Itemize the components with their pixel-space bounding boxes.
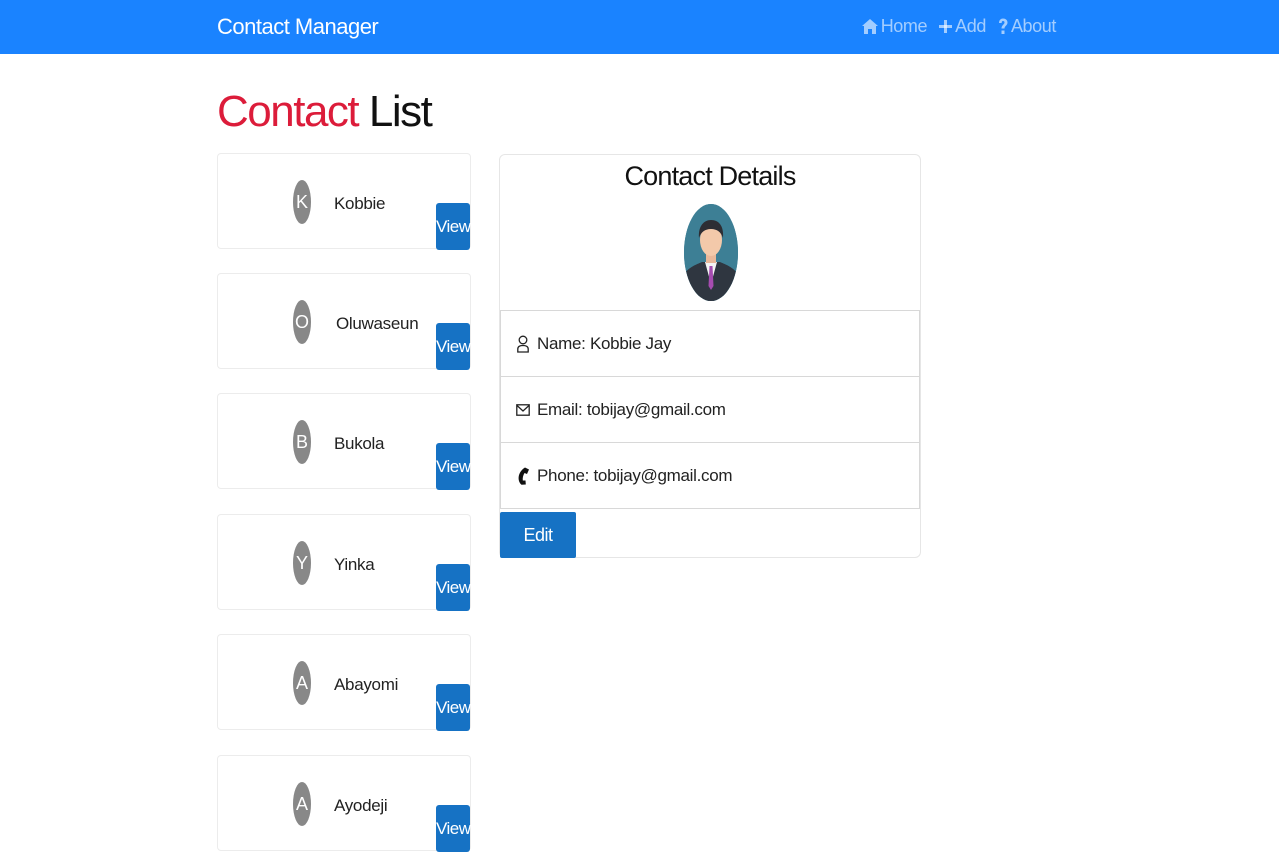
contact-avatar: B: [293, 420, 311, 464]
nav-add-link[interactable]: Add: [939, 16, 986, 37]
page-title-rest: List: [368, 87, 433, 136]
view-contact-button[interactable]: View: [436, 323, 471, 370]
contact-name: Oluwaseun: [336, 314, 419, 333]
contact-name: Yinka: [334, 555, 375, 574]
nav-links: Home Add About: [861, 16, 1056, 37]
brand-link[interactable]: Contact Manager: [217, 14, 379, 40]
contact-avatar: A: [293, 782, 311, 826]
view-contact-button[interactable]: View: [436, 443, 471, 490]
page-title: Contact List: [217, 86, 433, 138]
contact-photo: [684, 204, 738, 301]
contact-details-card: Contact Details Name: Kobbie Jay Email: …: [499, 154, 921, 558]
edit-button[interactable]: Edit: [500, 512, 576, 558]
contact-name: Bukola: [334, 434, 385, 453]
navbar: Contact Manager Home Add About: [0, 0, 1279, 54]
details-phone-text: Phone: tobijay@gmail.com: [537, 465, 733, 485]
contact-card: Y Yinka View: [217, 514, 471, 611]
contact-card: A Ayodeji View: [217, 755, 471, 852]
nav-about-link[interactable]: About: [998, 16, 1056, 37]
contact-avatar: O: [293, 300, 311, 344]
contact-card: O Oluwaseun View: [217, 273, 471, 370]
contact-name: Ayodeji: [334, 796, 388, 815]
details-name-text: Name: Kobbie Jay: [537, 333, 672, 353]
contact-card: B Bukola View: [217, 393, 471, 490]
details-phone-row: Phone: tobijay@gmail.com: [500, 443, 920, 509]
envelope-icon: [515, 401, 531, 419]
person-avatar-icon: [684, 204, 738, 301]
view-contact-button[interactable]: View: [436, 564, 471, 611]
contact-card: A Abayomi View: [217, 634, 471, 731]
plus-icon: [939, 20, 953, 33]
nav-home-label: Home: [880, 16, 928, 36]
details-email-row: Email: tobijay@gmail.com: [500, 377, 920, 443]
contact-card: K Kobbie View: [217, 153, 471, 250]
details-title: Contact Details: [624, 161, 796, 191]
home-icon: [861, 19, 878, 34]
contact-avatar: K: [293, 180, 311, 224]
contact-name: Kobbie: [334, 194, 386, 213]
contact-name: Abayomi: [334, 675, 399, 694]
details-name-row: Name: Kobbie Jay: [500, 310, 920, 377]
nav-about-label: About: [1010, 16, 1056, 36]
details-email-text: Email: tobijay@gmail.com: [537, 399, 726, 419]
user-icon: [515, 335, 531, 353]
question-icon: [998, 18, 1008, 34]
contact-avatar: A: [293, 661, 311, 705]
page-title-accent: Contact: [217, 87, 360, 136]
contact-avatar: Y: [293, 541, 311, 585]
nav-home-link[interactable]: Home: [861, 16, 928, 37]
phone-icon: [515, 467, 531, 485]
nav-add-label: Add: [955, 16, 986, 36]
view-contact-button[interactable]: View: [436, 684, 471, 731]
details-info-list: Name: Kobbie Jay Email: tobijay@gmail.co…: [500, 310, 920, 509]
view-contact-button[interactable]: View: [436, 805, 471, 852]
view-contact-button[interactable]: View: [436, 203, 471, 250]
